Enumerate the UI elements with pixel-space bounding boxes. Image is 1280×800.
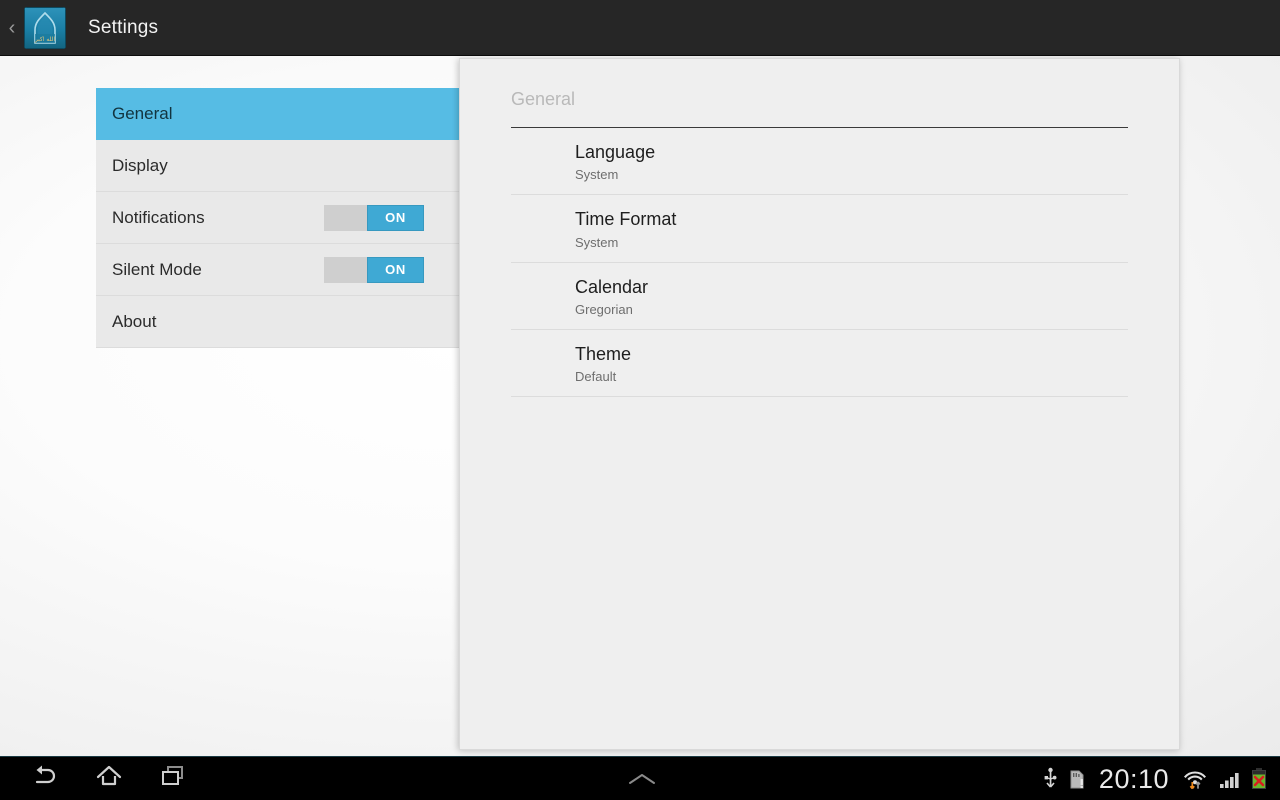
preference-title: Theme (575, 343, 632, 364)
notifications-toggle-switch[interactable]: ON (324, 204, 424, 231)
home-button[interactable] (82, 757, 136, 800)
back-chevron-icon[interactable]: ‹ (0, 18, 24, 38)
system-navigation-bar: 20:10 (0, 756, 1280, 800)
sidebar-item-label: Silent Mode (112, 259, 202, 279)
sidebar-item-label: About (112, 311, 157, 331)
sidebar-item-display[interactable]: Display (96, 140, 460, 192)
toggle-state-label: ON (367, 256, 424, 283)
recent-apps-icon (158, 763, 188, 794)
sidebar-item-label: General (112, 103, 173, 123)
content-area: General Display Notifications ON Silent … (0, 56, 1280, 756)
sidebar-item-general[interactable]: General (96, 88, 460, 140)
preference-title: Language (575, 142, 656, 162)
sidebar-item-label: Display (112, 155, 168, 175)
preference-row-language[interactable]: Language System (511, 128, 1128, 196)
settings-sidebar: General Display Notifications ON Silent … (96, 88, 460, 348)
sidebar-item-about[interactable]: About (96, 296, 460, 348)
keyboard-chevron-up-icon[interactable] (618, 757, 666, 800)
status-tray[interactable]: 20:10 (1042, 757, 1268, 800)
tablet-screen: ‹ الله اكبر Settings General Display Not… (0, 0, 1280, 800)
sdcard-alert-icon (1068, 767, 1086, 791)
svg-text:الله اكبر: الله اكبر (34, 36, 56, 43)
back-arrow-icon (30, 763, 60, 794)
preference-title: Calendar (575, 276, 649, 297)
action-bar: ‹ الله اكبر Settings (0, 0, 1280, 56)
preference-list: Language System Time Format System Calen… (511, 128, 1128, 398)
preference-row-time-format[interactable]: Time Format System (511, 195, 1128, 263)
sidebar-item-notifications[interactable]: Notifications ON (96, 192, 460, 244)
status-clock: 20:10 (1098, 763, 1169, 794)
usb-icon (1042, 767, 1059, 791)
battery-error-icon (1250, 766, 1268, 792)
page-title: Settings (88, 16, 159, 38)
preference-summary: Gregorian (575, 301, 633, 317)
recent-apps-button[interactable] (146, 757, 200, 800)
back-button[interactable] (18, 757, 72, 800)
sidebar-item-silent-mode[interactable]: Silent Mode ON (96, 244, 460, 296)
cellular-signal-icon (1217, 767, 1241, 791)
preference-row-calendar[interactable]: Calendar Gregorian (511, 263, 1128, 330)
preference-row-theme[interactable]: Theme Default (511, 330, 1128, 398)
preference-summary: System (575, 167, 619, 183)
silent-mode-toggle-switch[interactable]: ON (324, 256, 424, 283)
home-icon (94, 763, 124, 794)
preference-summary: System (575, 234, 619, 250)
preference-summary: Default (575, 369, 617, 385)
navigation-keys (18, 757, 200, 800)
detail-panel: General Language System Time Format Syst… (459, 58, 1180, 750)
sidebar-item-label: Notifications (112, 207, 205, 227)
preference-title: Time Format (575, 209, 677, 230)
mosque-app-icon[interactable]: الله اكبر (24, 6, 66, 49)
toggle-state-label: ON (367, 204, 424, 231)
detail-panel-header: General (511, 89, 576, 109)
wifi-data-activity-icon (1182, 766, 1208, 792)
